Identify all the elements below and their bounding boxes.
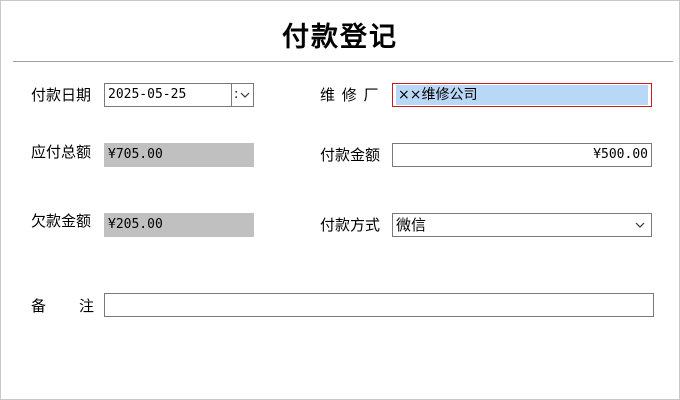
payment-registration-window: 付款登记 付款日期 2025-05-25 : 维 修 厂 ××维修公司 应付总额… bbox=[0, 0, 680, 400]
total-payable-value: ¥705.00 bbox=[108, 147, 163, 162]
repair-shop-field[interactable]: ××维修公司 bbox=[392, 83, 652, 107]
amount-owed-label: 欠款金额 bbox=[31, 212, 92, 230]
repair-shop-label: 维 修 厂 bbox=[320, 86, 380, 104]
repair-shop-value: ××维修公司 bbox=[396, 85, 648, 105]
chevron-down-icon bbox=[240, 92, 250, 98]
payment-method-value: 微信 bbox=[396, 216, 427, 234]
amount-owed-field: ¥205.00 bbox=[104, 213, 254, 237]
payment-date-field[interactable]: 2025-05-25 bbox=[104, 83, 232, 107]
payment-date-label: 付款日期 bbox=[31, 86, 92, 104]
total-payable-field: ¥705.00 bbox=[104, 143, 254, 167]
remarks-label-right: 注 bbox=[79, 297, 95, 315]
payment-method-label: 付款方式 bbox=[320, 216, 381, 234]
date-picker-button[interactable]: : bbox=[231, 83, 254, 107]
page-title: 付款登记 bbox=[282, 22, 398, 53]
payment-amount-field[interactable]: ¥500.00 bbox=[392, 143, 652, 167]
amount-owed-value: ¥205.00 bbox=[108, 217, 163, 232]
date-picker-separator: : bbox=[234, 87, 239, 102]
payment-method-select[interactable]: 微信 bbox=[392, 213, 652, 237]
payment-amount-label: 付款金额 bbox=[320, 146, 381, 164]
payment-date-value: 2025-05-25 bbox=[108, 87, 187, 102]
remarks-field[interactable] bbox=[104, 293, 654, 317]
title-divider bbox=[13, 61, 673, 62]
remarks-label-left: 备 bbox=[31, 297, 47, 315]
total-payable-label: 应付总额 bbox=[31, 143, 92, 161]
payment-amount-value: ¥500.00 bbox=[593, 147, 648, 162]
chevron-down-icon[interactable] bbox=[634, 220, 646, 230]
